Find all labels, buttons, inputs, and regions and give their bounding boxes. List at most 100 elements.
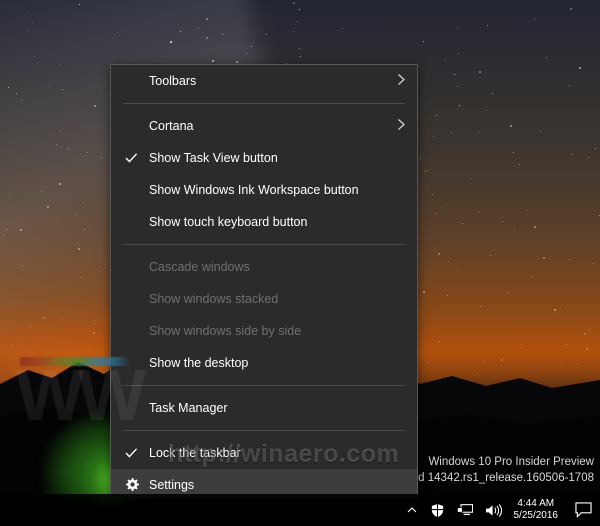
taskbar-clock[interactable]: 4:44 AM 5/25/2016: [508, 494, 567, 526]
menu-item-show-windows-ink-workspace-button[interactable]: Show Windows Ink Workspace button: [111, 174, 417, 206]
star: [426, 169, 428, 171]
star: [33, 55, 35, 57]
menu-item-label: Show the desktop: [149, 356, 249, 370]
star: [293, 31, 295, 33]
build-watermark-line1: Windows 10 Pro Insider Preview: [428, 456, 594, 468]
star: [518, 163, 520, 165]
star: [116, 31, 118, 33]
star: [485, 109, 487, 111]
star: [76, 243, 78, 245]
star: [49, 228, 51, 230]
star: [462, 222, 464, 224]
menu-item-show-windows-side-by-side: Show windows side by side: [111, 315, 417, 347]
star: [458, 53, 460, 55]
star: [569, 258, 571, 260]
star: [539, 131, 541, 133]
star: [513, 227, 515, 229]
star: [457, 27, 459, 29]
star: [423, 171, 425, 172]
menu-item-task-manager[interactable]: Task Manager: [111, 392, 417, 424]
star: [593, 263, 595, 264]
star: [180, 31, 181, 33]
menu-item-label: Toolbars: [149, 74, 197, 88]
menu-item-show-windows-stacked: Show windows stacked: [111, 283, 417, 315]
star: [579, 66, 581, 69]
star: [58, 182, 61, 185]
menu-item-label: Cascade windows: [149, 260, 250, 274]
menu-item-show-task-view-button[interactable]: Show Task View button: [111, 142, 417, 174]
star: [2, 235, 4, 237]
star: [60, 129, 62, 131]
star: [40, 191, 42, 193]
star: [292, 2, 295, 5]
star: [533, 226, 536, 229]
star: [7, 87, 9, 88]
star: [299, 55, 301, 57]
star: [509, 124, 512, 127]
star: [94, 105, 97, 108]
menu-item-lock-the-taskbar[interactable]: Lock the taskbar: [111, 437, 417, 469]
star: [78, 248, 81, 250]
star: [296, 20, 298, 22]
star: [101, 156, 103, 158]
star: [169, 41, 172, 44]
star: [265, 34, 267, 36]
star: [67, 147, 69, 149]
star: [28, 12, 30, 14]
star: [55, 143, 57, 145]
star: [543, 256, 546, 259]
star: [86, 152, 88, 153]
check-icon: [125, 152, 149, 164]
notification-icon[interactable]: [566, 494, 600, 526]
menu-item-show-the-desktop[interactable]: Show the desktop: [111, 347, 417, 379]
chevron-up-icon[interactable]: [400, 494, 424, 526]
check-icon: [125, 447, 149, 459]
menu-item-show-touch-keyboard-button[interactable]: Show touch keyboard button: [111, 206, 417, 238]
star: [82, 202, 84, 204]
security-shield-icon[interactable]: [424, 494, 451, 526]
star: [545, 57, 547, 59]
star: [458, 104, 460, 106]
taskbar[interactable]: 4:44 AM 5/25/2016: [0, 494, 600, 526]
star: [27, 29, 29, 31]
menu-item-cascade-windows: Cascade windows: [111, 251, 417, 283]
star: [448, 261, 450, 263]
star: [197, 27, 199, 29]
star: [5, 228, 7, 230]
menu-item-label: Show windows stacked: [149, 292, 279, 306]
menu-item-label: Show Windows Ink Workspace button: [149, 183, 359, 197]
star: [21, 100, 23, 102]
star: [16, 93, 18, 95]
network-icon[interactable]: [451, 494, 479, 526]
star: [299, 8, 301, 10]
star: [478, 70, 481, 73]
menu-item-label: Show windows side by side: [149, 324, 302, 338]
system-tray[interactable]: 4:44 AM 5/25/2016: [400, 494, 600, 526]
star: [534, 18, 536, 20]
star: [568, 84, 570, 86]
star: [454, 74, 456, 76]
star: [246, 53, 248, 55]
star: [445, 59, 446, 61]
star: [205, 18, 208, 21]
star: [469, 177, 471, 179]
star: [341, 27, 343, 29]
menu-item-label: Show touch keyboard button: [149, 215, 308, 229]
menu-separator: [123, 385, 405, 386]
star: [445, 203, 447, 205]
menu-item-toolbars[interactable]: Toolbars: [111, 65, 417, 97]
star: [236, 60, 239, 63]
build-watermark-line2: Build 14342.rs1_release.160506-1708: [398, 472, 594, 484]
star: [20, 229, 22, 232]
gear-icon: [125, 478, 149, 492]
menu-item-cortana[interactable]: Cortana: [111, 110, 417, 142]
star: [298, 47, 300, 49]
menu-item-label: Task Manager: [149, 401, 228, 415]
star: [47, 206, 50, 209]
taskbar-context-menu[interactable]: Toolbars Cortana Show Task View button Show…: [110, 64, 418, 498]
star: [79, 4, 81, 6]
star: [251, 46, 253, 48]
star: [32, 22, 34, 24]
menu-item-label: Cortana: [149, 119, 194, 133]
volume-icon[interactable]: [479, 494, 508, 526]
